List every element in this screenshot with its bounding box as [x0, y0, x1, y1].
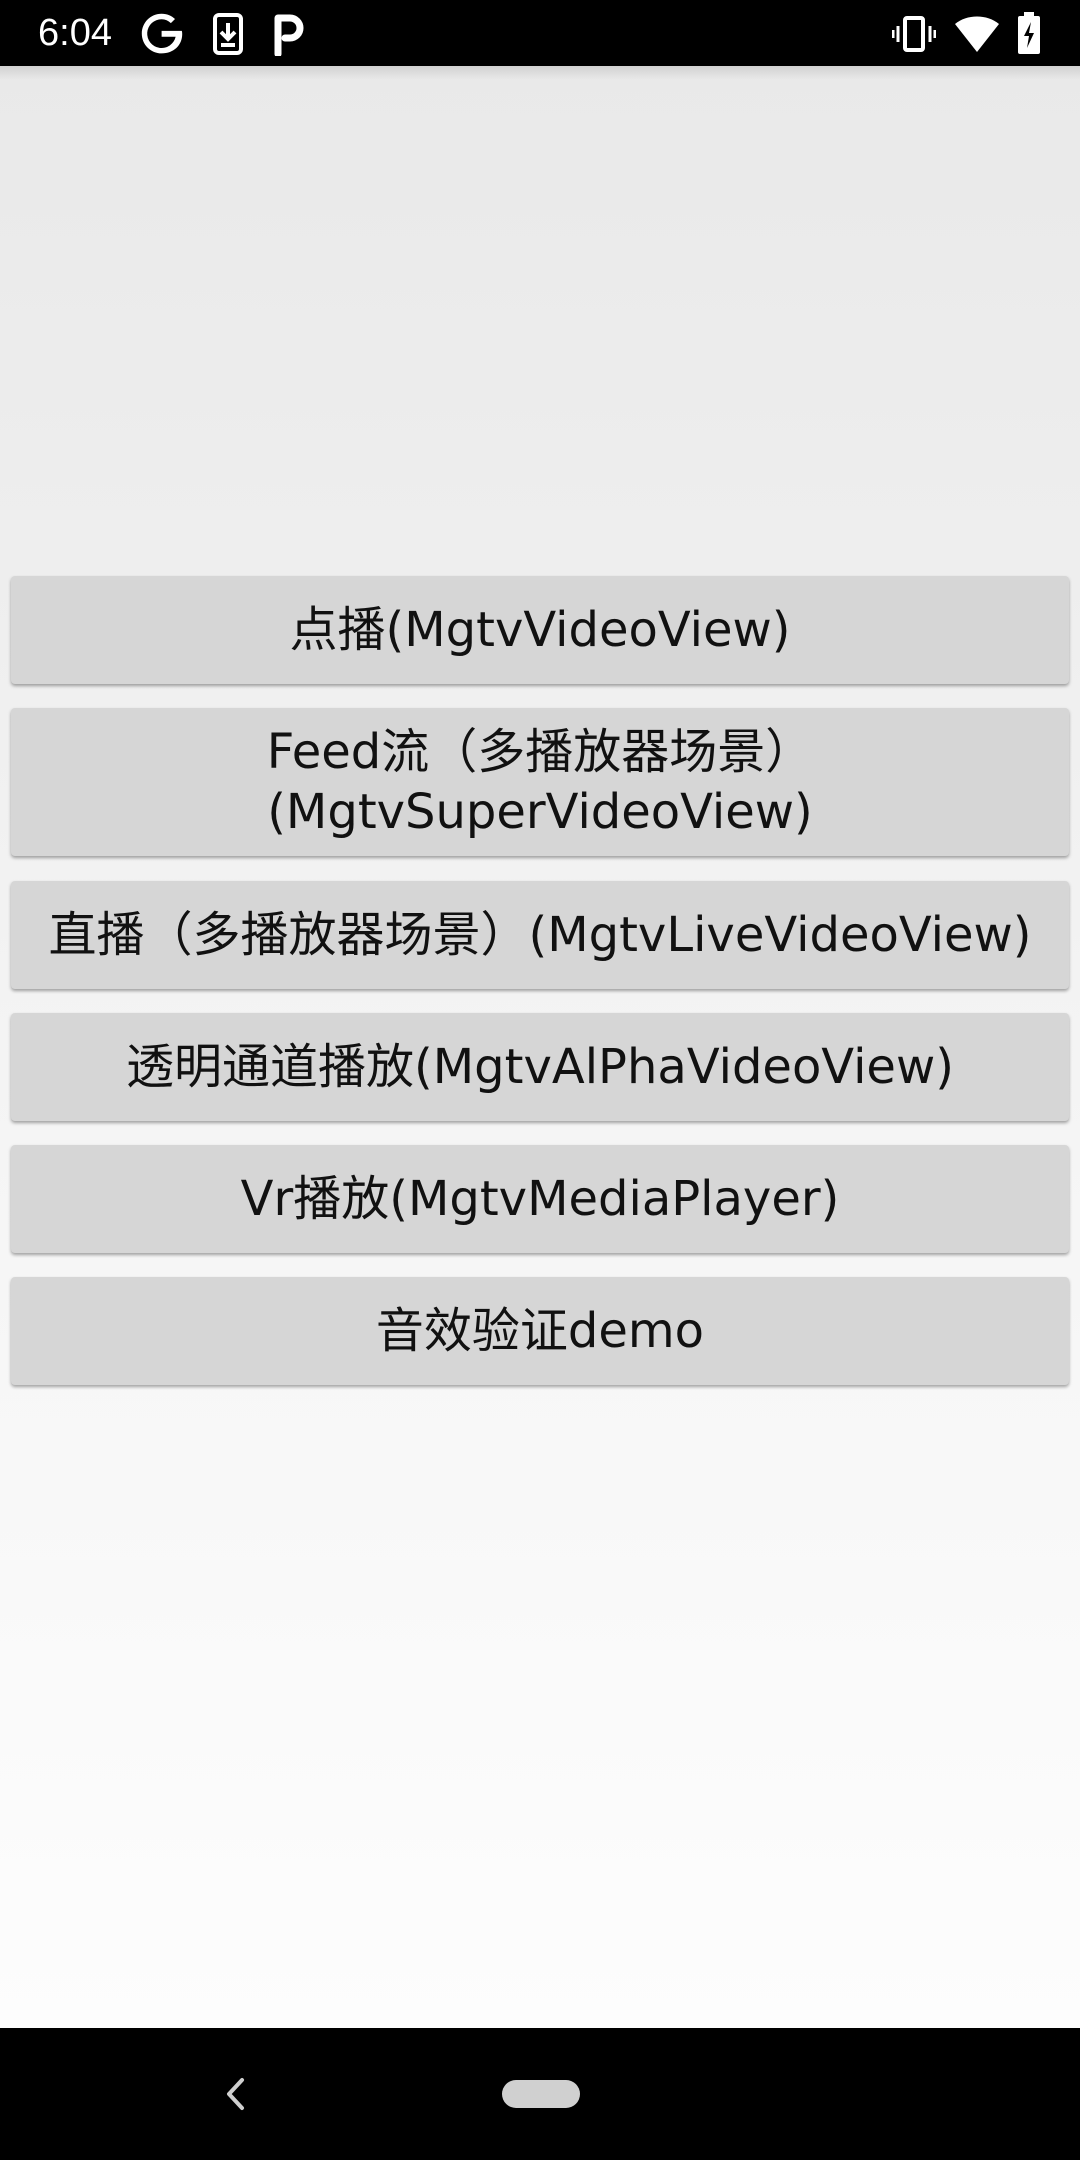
alpha-video-view-button[interactable]: 透明通道播放(MgtvAlPhaVideoView) — [11, 1013, 1069, 1121]
vod-video-view-button[interactable]: 点播(MgtvVideoView) — [11, 576, 1069, 684]
battery-charging-icon — [1016, 12, 1042, 56]
audio-effect-demo-button[interactable]: 音效验证demo — [11, 1277, 1069, 1385]
google-icon — [140, 12, 184, 56]
navigation-bar — [0, 2028, 1080, 2160]
vr-media-player-button[interactable]: Vr播放(MgtvMediaPlayer) — [11, 1145, 1069, 1253]
wifi-icon — [954, 12, 1000, 56]
home-pill-icon[interactable] — [502, 2080, 580, 2108]
back-icon[interactable] — [220, 2074, 250, 2114]
feed-super-video-view-button[interactable]: Feed流（多播放器场景） (MgtvSuperVideoView) — [11, 708, 1069, 856]
vibrate-icon — [892, 12, 936, 56]
parking-icon — [266, 12, 310, 56]
status-bar: 6:04 — [0, 0, 1080, 66]
live-video-view-button[interactable]: 直播（多播放器场景）(MgtvLiveVideoView) — [11, 881, 1069, 989]
status-time: 6:04 — [38, 12, 112, 54]
download-icon — [206, 12, 250, 56]
